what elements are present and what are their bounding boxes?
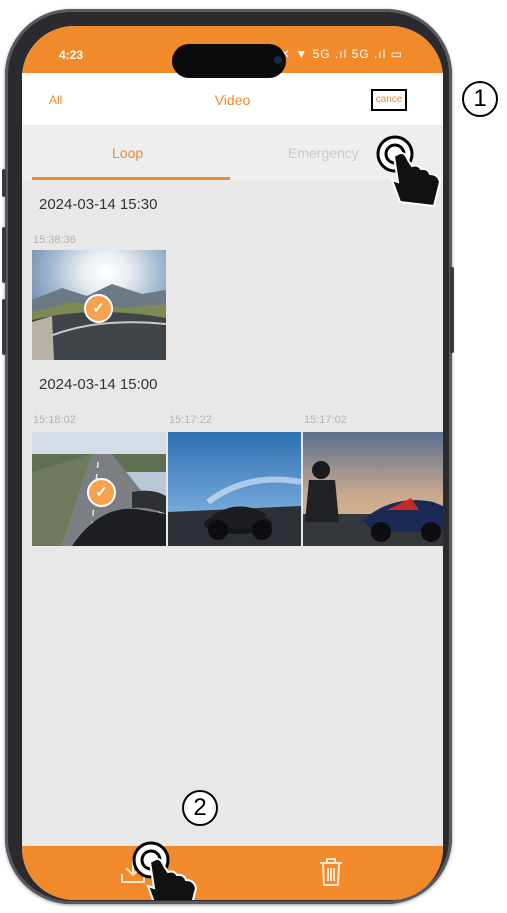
- phone-silent-switch: [2, 169, 6, 197]
- tap-hand-icon: [376, 135, 442, 208]
- tab-active-indicator: [32, 177, 230, 180]
- status-time: 4:23: [59, 48, 84, 62]
- phone-volume-up: [2, 227, 6, 283]
- tab-emergency[interactable]: Emergency: [288, 145, 359, 161]
- video-thumbnail[interactable]: ✓: [32, 250, 166, 360]
- bottom-action-bar: [22, 846, 443, 900]
- group-date: 2024-03-14 15:30: [39, 196, 158, 213]
- thumbnail-time: 15:17:22: [169, 414, 212, 426]
- tap-hand-icon: [132, 841, 198, 900]
- step-1-callout: 1: [462, 81, 498, 117]
- phone-frame: 4:23 ✹ ✕ ▼ 5G .ıl 5G .ıl ▭ All Video can…: [2, 9, 454, 904]
- nav-header: All Video cance: [22, 73, 443, 125]
- phone-power-button: [450, 267, 454, 353]
- thumbnail-time: 15:18:02: [33, 414, 76, 426]
- thumbnail-image-rider-sunset: [303, 432, 443, 546]
- app-screen: 4:23 ✹ ✕ ▼ 5G .ıl 5G .ıl ▭ All Video can…: [22, 26, 443, 900]
- camera-lens: [274, 56, 282, 64]
- tab-loop[interactable]: Loop: [112, 145, 143, 161]
- thumbnail-image-motorcycle-sky: [168, 432, 301, 546]
- video-thumbnail[interactable]: ✓: [32, 432, 166, 546]
- group-date: 2024-03-14 15:00: [39, 376, 158, 393]
- video-thumbnail[interactable]: [168, 432, 301, 546]
- trash-icon[interactable]: [316, 856, 346, 893]
- thumbnail-time: 15:17:02: [304, 414, 347, 426]
- thumbnail-time: 15:38:36: [33, 234, 76, 246]
- selected-check-icon: ✓: [84, 294, 113, 323]
- cancel-button[interactable]: cance: [371, 89, 407, 111]
- video-thumbnail[interactable]: [303, 432, 443, 546]
- selected-check-icon: ✓: [87, 478, 116, 507]
- phone-volume-down: [2, 299, 6, 355]
- dynamic-island: [172, 44, 286, 78]
- step-2-callout: 2: [182, 790, 218, 826]
